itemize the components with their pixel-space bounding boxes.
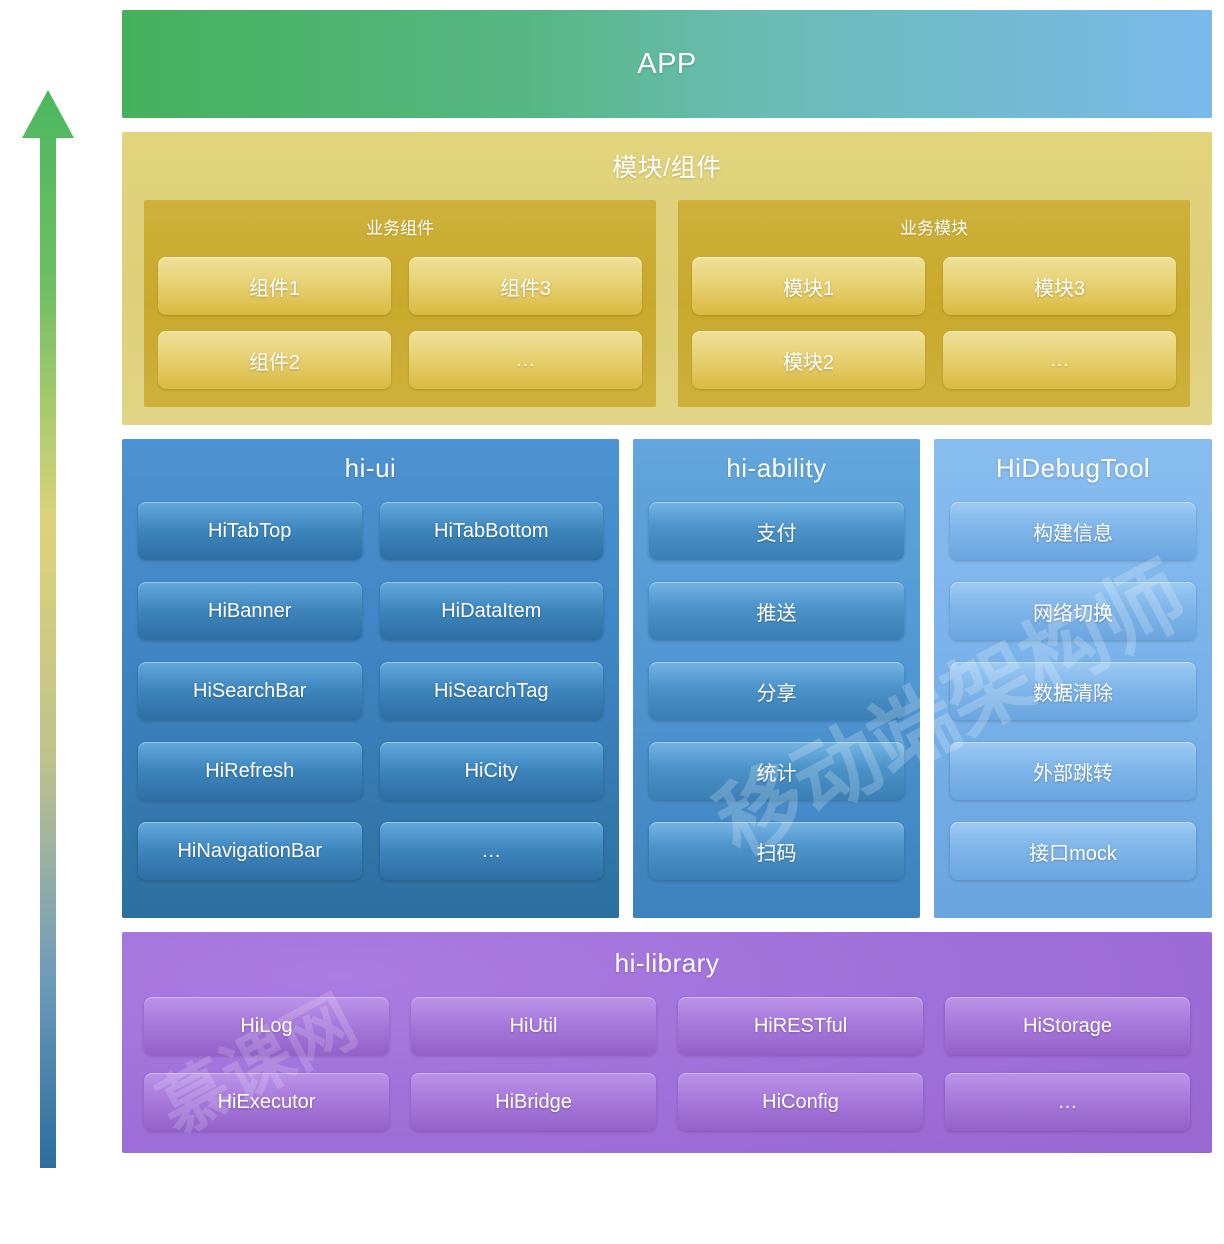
layer-module-component: 模块/组件 业务组件 组件1 组件3 组件2 … 业务模块 模块1 模块3 模块… [122,132,1212,425]
hi-library-chip-grid: HiLog HiUtil HiRESTful HiStorage HiExecu… [144,997,1190,1131]
chip-build-info[interactable]: 构建信息 [950,502,1196,560]
chip-hisearchtag[interactable]: HiSearchTag [379,662,603,720]
group-business-component-title: 业务组件 [366,219,434,238]
chip-hiutil[interactable]: HiUtil [411,997,656,1055]
layer-app-title: APP [637,47,697,80]
panel-hi-library-title: hi-library [614,948,720,978]
chip-module-1[interactable]: 模块1 [692,257,925,315]
chip-external-jump[interactable]: 外部跳转 [950,742,1196,800]
dependency-direction-arrow [18,78,82,1168]
panel-hi-ui: hi-ui HiTabTop HiTabBottom HiBanner HiDa… [122,439,619,918]
chip-module-more[interactable]: … [943,331,1176,389]
chip-statistics[interactable]: 统计 [649,742,904,800]
chip-historage[interactable]: HiStorage [945,997,1190,1055]
chip-scan-code[interactable]: 扫码 [649,822,904,880]
group-business-module: 业务模块 模块1 模块3 模块2 … [678,200,1190,407]
chip-hisearchbar[interactable]: HiSearchBar [138,662,362,720]
chip-push[interactable]: 推送 [649,582,904,640]
chip-network-switch[interactable]: 网络切换 [950,582,1196,640]
chip-hirestful[interactable]: HiRESTful [678,997,923,1055]
group-business-component: 业务组件 组件1 组件3 组件2 … [144,200,656,407]
hi-ui-chip-grid: HiTabTop HiTabBottom HiBanner HiDataItem… [138,502,603,902]
layer-module-title: 模块/组件 [612,154,722,182]
architecture-stack: APP 模块/组件 业务组件 组件1 组件3 组件2 … 业务模块 模块1 模块… [122,10,1212,1153]
chip-hicity[interactable]: HiCity [379,742,603,800]
hi-ability-chip-list: 支付 推送 分享 统计 扫码 [649,502,904,880]
chip-hidataitem[interactable]: HiDataItem [379,582,603,640]
chip-hibridge[interactable]: HiBridge [411,1073,656,1131]
panel-hidebugtool: HiDebugTool 构建信息 网络切换 数据清除 外部跳转 接口mock [934,439,1212,918]
panel-hidebugtool-title: HiDebugTool [995,453,1151,483]
business-component-chip-grid: 组件1 组件3 组件2 … [158,257,642,389]
chip-hi-ui-more[interactable]: … [379,822,603,880]
chip-module-3[interactable]: 模块3 [943,257,1176,315]
chip-share[interactable]: 分享 [649,662,904,720]
chip-data-clear[interactable]: 数据清除 [950,662,1196,720]
chip-hiconfig[interactable]: HiConfig [678,1073,923,1131]
chip-hilog[interactable]: HiLog [144,997,389,1055]
framework-layer-row: hi-ui HiTabTop HiTabBottom HiBanner HiDa… [122,439,1212,918]
chip-hinavigationbar[interactable]: HiNavigationBar [138,822,362,880]
chip-api-mock[interactable]: 接口mock [950,822,1196,880]
chip-component-more[interactable]: … [409,331,642,389]
panel-hi-library: hi-library HiLog HiUtil HiRESTful HiStor… [122,932,1212,1153]
hidebugtool-chip-list: 构建信息 网络切换 数据清除 外部跳转 接口mock [950,502,1196,880]
chip-hibanner[interactable]: HiBanner [138,582,362,640]
chip-component-3[interactable]: 组件3 [409,257,642,315]
chip-module-2[interactable]: 模块2 [692,331,925,389]
chip-hitabbottom[interactable]: HiTabBottom [379,502,603,560]
chip-hiexecutor[interactable]: HiExecutor [144,1073,389,1131]
chip-payment[interactable]: 支付 [649,502,904,560]
business-module-chip-grid: 模块1 模块3 模块2 … [692,257,1176,389]
chip-hi-library-more[interactable]: … [945,1073,1190,1131]
chip-component-2[interactable]: 组件2 [158,331,391,389]
module-groups: 业务组件 组件1 组件3 组件2 … 业务模块 模块1 模块3 模块2 … [144,200,1190,407]
panel-hi-ui-title: hi-ui [344,453,397,483]
group-business-module-title: 业务模块 [900,219,968,238]
layer-app: APP [122,10,1212,118]
chip-hitabtop[interactable]: HiTabTop [138,502,362,560]
chip-component-1[interactable]: 组件1 [158,257,391,315]
panel-hi-ability: hi-ability 支付 推送 分享 统计 扫码 [633,439,920,918]
panel-hi-ability-title: hi-ability [726,453,827,483]
chip-hirefresh[interactable]: HiRefresh [138,742,362,800]
